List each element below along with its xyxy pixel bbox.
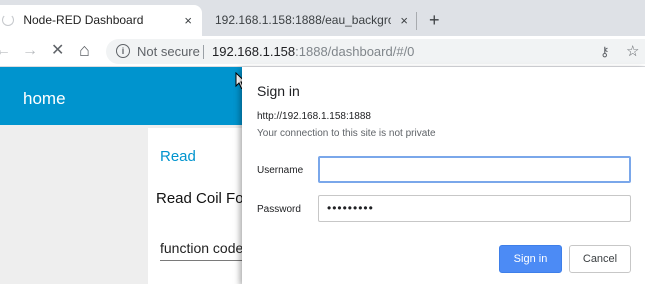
stop-loading-icon[interactable]: ✕ (51, 40, 64, 62)
tab-separator (416, 12, 417, 30)
username-field[interactable] (318, 156, 631, 183)
password-label: Password (257, 204, 301, 215)
not-secure-label[interactable]: Not secure (137, 39, 200, 64)
url-path: :1888/dashboard/#/0 (295, 44, 415, 59)
tab-title: Node-RED Dashboard (23, 13, 144, 27)
browser-toolbar: ← → ✕ ⌂ i Not secure 192.168.1.158:1888/… (0, 36, 645, 67)
tab-node-red-dashboard[interactable]: Node-RED Dashboard × (0, 5, 202, 36)
url-host: 192.168.1.158 (212, 44, 296, 59)
browser-tab-strip: Node-RED Dashboard × 192.168.1.158:1888/… (0, 0, 645, 36)
signin-button[interactable]: Sign in (499, 245, 562, 273)
back-icon[interactable]: ← (0, 40, 11, 62)
key-icon[interactable]: ⚷ (600, 39, 610, 64)
dialog-warning: Your connection to this site is not priv… (257, 128, 436, 139)
tab-close-icon[interactable]: × (184, 5, 192, 36)
group-title: Read (160, 148, 196, 165)
dialog-host: http://192.168.1.158:1888 (257, 111, 371, 122)
address-bar[interactable]: i Not secure 192.168.1.158:1888/dashboar… (106, 39, 645, 64)
tab-close-icon[interactable]: × (400, 5, 408, 36)
page-title: home (23, 89, 66, 108)
username-label: Username (257, 165, 304, 176)
tab-background-image[interactable]: 192.168.1.158:1888/eau_background.p × (207, 5, 415, 36)
cancel-button[interactable]: Cancel (569, 245, 631, 273)
dialog-title: Sign in (257, 83, 300, 99)
new-tab-button[interactable]: + (429, 7, 440, 33)
loading-spinner-icon (2, 14, 14, 26)
home-icon[interactable]: ⌂ (79, 39, 90, 61)
tab-title: 192.168.1.158:1888/eau_background.p (215, 13, 391, 27)
signin-dialog: Sign in http://192.168.1.158:1888 Your c… (242, 67, 645, 284)
forward-icon[interactable]: → (22, 40, 38, 62)
bookmark-star-icon[interactable]: ☆ (626, 39, 639, 64)
password-field[interactable]: ••••••••• (318, 195, 631, 222)
site-info-icon[interactable]: i (116, 44, 130, 58)
widget-label: Read Coil Fo (156, 190, 244, 207)
url-text[interactable]: 192.168.1.158:1888/dashboard/#/0 (212, 39, 414, 64)
address-divider (203, 45, 204, 59)
